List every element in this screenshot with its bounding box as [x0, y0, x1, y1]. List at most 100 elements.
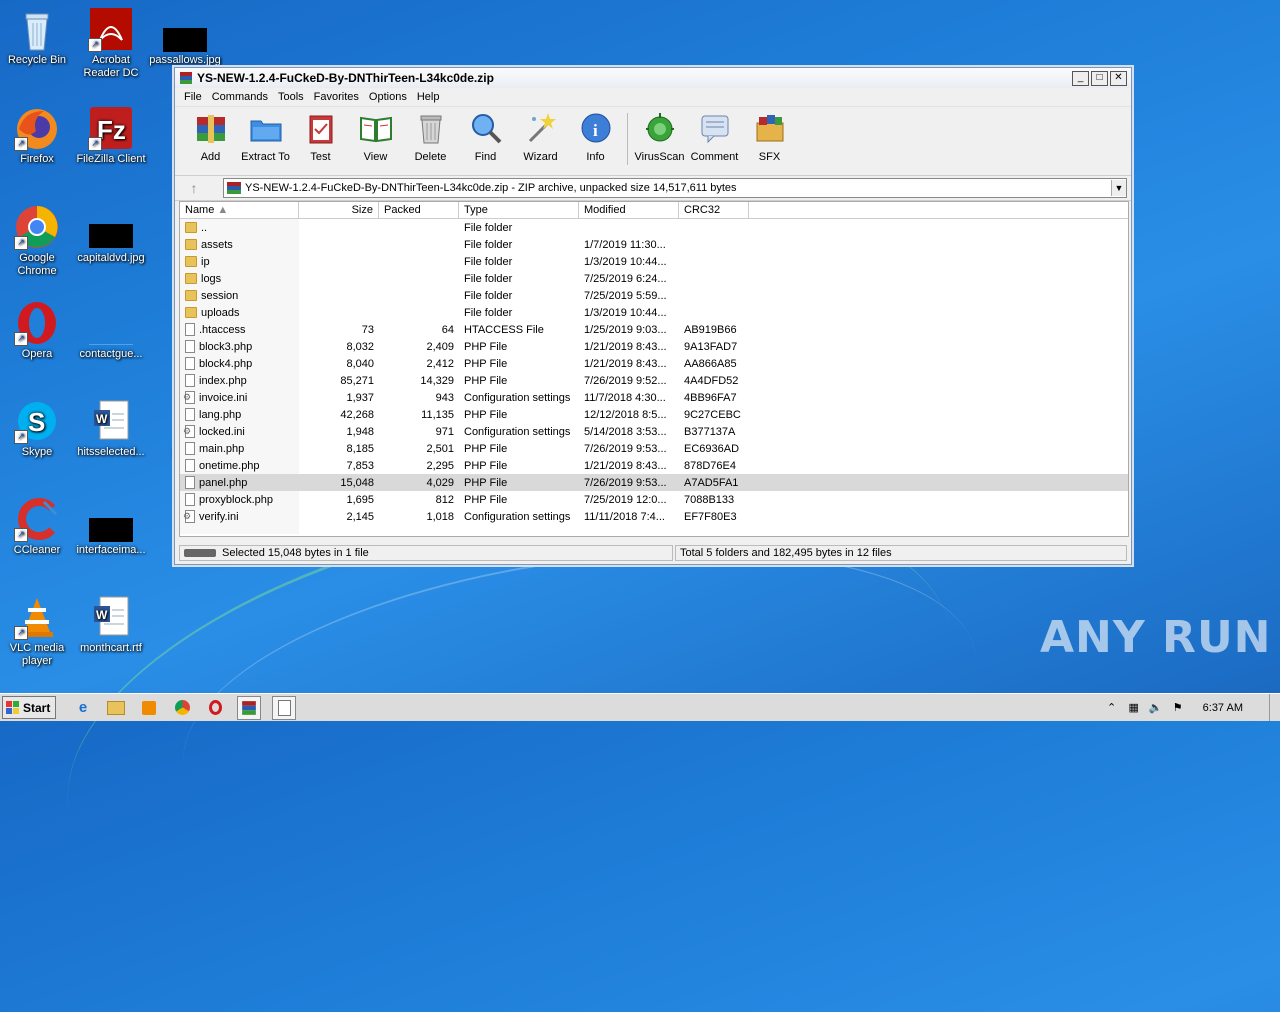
file-row[interactable]: session File folder 7/25/2019 5:59...: [180, 287, 1128, 304]
cell-modified: 7/25/2019 12:0...: [584, 493, 667, 506]
file-name: index.php: [199, 374, 247, 387]
settings-file-icon: [183, 425, 195, 438]
file-row[interactable]: ip File folder 1/3/2019 10:44...: [180, 253, 1128, 270]
menu-tools[interactable]: Tools: [273, 91, 309, 103]
desktop-icon-hitsselected[interactable]: W hitsselected...: [74, 398, 148, 459]
taskbar-media-player-button[interactable]: [138, 697, 160, 719]
desktop-icon-recycle-bin[interactable]: Recycle Bin: [0, 6, 74, 67]
taskbar-explorer-button[interactable]: [105, 697, 127, 719]
virus-bug-icon: [645, 113, 674, 142]
file-row[interactable]: block4.php 8,040 2,412 PHP File 1/21/2019 8:…: [180, 355, 1128, 372]
test-label: Test: [310, 151, 331, 163]
action-center-flag-icon[interactable]: ⚑: [1169, 701, 1187, 715]
file-row[interactable]: logs File folder 7/25/2019 6:24...: [180, 270, 1128, 287]
show-desktop-button[interactable]: [1269, 694, 1280, 721]
desktop-icon-monthcart[interactable]: W monthcart.rtf: [74, 594, 148, 655]
cell-size: 1,937: [346, 391, 374, 404]
delete-button[interactable]: Delete: [403, 111, 458, 163]
file-row[interactable]: locked.ini 1,948 971 Configuration settings…: [180, 423, 1128, 440]
file-row[interactable]: lang.php 42,268 11,135 PHP File 12/12/2018 8…: [180, 406, 1128, 423]
cell-type: PHP File: [464, 340, 508, 353]
file-row[interactable]: index.php 85,271 14,329 PHP File 7/26/2019 9…: [180, 372, 1128, 389]
virusscan-button[interactable]: VirusScan: [632, 111, 687, 163]
desktop-icon-opera[interactable]: ↗ Opera: [0, 300, 74, 361]
file-row[interactable]: assets File folder 1/7/2019 11:30...: [180, 236, 1128, 253]
menu-help[interactable]: Help: [412, 91, 445, 103]
minimize-button[interactable]: _: [1072, 70, 1089, 86]
comment-button[interactable]: Comment: [687, 111, 742, 163]
file-row[interactable]: .htaccess 73 64 HTACCESS File 1/25/2019 9:03…: [180, 321, 1128, 338]
file-row[interactable]: .. File folder: [180, 219, 1128, 236]
menu-file[interactable]: File: [179, 91, 207, 103]
folder-icon: [185, 222, 197, 233]
desktop-icon-interfaceima[interactable]: interfaceima...: [74, 496, 148, 557]
close-button[interactable]: ✕: [1110, 70, 1127, 86]
file-list[interactable]: Name ▲ Size Packed Type Modified CRC32 .…: [179, 201, 1129, 537]
status-left-text: Selected 15,048 bytes in 1 file: [222, 547, 369, 559]
menu-favorites[interactable]: Favorites: [309, 91, 364, 103]
address-bar: ↑ YS-NEW-1.2.4-FuCkeD-By-DNThirTeen-L34k…: [175, 176, 1131, 201]
file-row[interactable]: panel.php 15,048 4,029 PHP File 7/26/2019 9:…: [180, 474, 1128, 491]
column-header-packed[interactable]: Packed: [379, 202, 459, 218]
taskbar-chrome-button[interactable]: [171, 697, 193, 719]
sfx-button[interactable]: SFX: [742, 111, 797, 163]
file-row[interactable]: proxyblock.php 1,695 812 PHP File 7/25/2019 …: [180, 491, 1128, 508]
file-row[interactable]: verify.ini 2,145 1,018 Configuration settin…: [180, 508, 1128, 525]
add-button[interactable]: Add: [183, 111, 238, 163]
desktop-icon-chrome[interactable]: ↗ Google Chrome: [0, 204, 74, 278]
column-header-crc32[interactable]: CRC32: [679, 202, 749, 218]
wizard-button[interactable]: Wizard: [513, 111, 568, 163]
cell-crc32: 9C27CEBC: [684, 408, 741, 421]
desktop-icon-acrobat[interactable]: ↗ Acrobat Reader DC: [74, 6, 148, 80]
info-button[interactable]: i Info: [568, 111, 623, 163]
folder-icon: [185, 290, 197, 301]
cell-type: PHP File: [464, 459, 508, 472]
settings-file-icon: [183, 391, 195, 404]
file-row[interactable]: invoice.ini 1,937 943 Configuration setting…: [180, 389, 1128, 406]
test-button[interactable]: Test: [293, 111, 348, 163]
clock[interactable]: 6:37 AM: [1203, 702, 1243, 714]
volume-icon[interactable]: 🔈: [1147, 701, 1165, 715]
menu-commands[interactable]: Commands: [207, 91, 273, 103]
desktop-icon-contactgue[interactable]: contactgue...: [74, 300, 148, 361]
up-one-level-button[interactable]: ↑: [179, 180, 209, 196]
cell-type: PHP File: [464, 493, 508, 506]
desktop-icon-passallows[interactable]: passallows.jpg: [148, 6, 222, 67]
file-row[interactable]: uploads File folder 1/3/2019 10:44...: [180, 304, 1128, 321]
taskbar-document-button[interactable]: [272, 695, 296, 720]
file-row[interactable]: block3.php 8,032 2,409 PHP File 1/21/2019 8:…: [180, 338, 1128, 355]
cell-size: 2,145: [346, 510, 374, 523]
desktop-icon-skype[interactable]: S ↗ Skype: [0, 398, 74, 459]
find-button[interactable]: Find: [458, 111, 513, 163]
column-header-type[interactable]: Type: [459, 202, 579, 218]
cell-crc32: EF7F80E3: [684, 510, 737, 523]
taskbar-winrar-button[interactable]: [237, 695, 261, 720]
start-button[interactable]: Start: [2, 696, 56, 719]
archive-path-field[interactable]: YS-NEW-1.2.4-FuCkeD-By-DNThirTeen-L34kc0…: [223, 178, 1127, 198]
window-titlebar[interactable]: YS-NEW-1.2.4-FuCkeD-By-DNThirTeen-L34kc0…: [175, 68, 1131, 88]
view-button[interactable]: View: [348, 111, 403, 163]
desktop-icon-capitaldvd[interactable]: capitaldvd.jpg: [74, 204, 148, 265]
file-row[interactable]: onetime.php 7,853 2,295 PHP File 1/21/2019 8…: [180, 457, 1128, 474]
desktop-icon-ccleaner[interactable]: ↗ CCleaner: [0, 496, 74, 557]
winrar-window[interactable]: YS-NEW-1.2.4-FuCkeD-By-DNThirTeen-L34kc0…: [174, 67, 1132, 565]
info-icon: i: [581, 113, 610, 143]
taskbar-opera-button[interactable]: [204, 697, 226, 719]
desktop-icon-vlc[interactable]: ↗ VLC media player: [0, 594, 74, 668]
menu-options[interactable]: Options: [364, 91, 412, 103]
desktop-icon-firefox[interactable]: ↗ Firefox: [0, 105, 74, 166]
taskbar-ie-button[interactable]: e: [72, 697, 94, 719]
cell-modified: 1/21/2019 8:43...: [584, 459, 667, 472]
file-row[interactable]: main.php 8,185 2,501 PHP File 7/26/2019 9:53…: [180, 440, 1128, 457]
desktop-icon-filezilla[interactable]: Fz ↗ FileZilla Client: [74, 105, 148, 166]
show-hidden-icons-button[interactable]: ⌃: [1103, 701, 1121, 715]
chevron-down-icon[interactable]: ▼: [1111, 180, 1126, 196]
maximize-button[interactable]: □: [1091, 70, 1108, 86]
file-name: panel.php: [199, 476, 248, 489]
cell-type: Configuration settings: [464, 391, 571, 404]
column-header-name[interactable]: Name ▲: [180, 202, 299, 218]
extract-to-button[interactable]: Extract To: [238, 111, 293, 163]
column-header-modified[interactable]: Modified: [579, 202, 679, 218]
network-icon[interactable]: ▦: [1125, 701, 1143, 715]
column-header-size[interactable]: Size: [299, 202, 379, 218]
